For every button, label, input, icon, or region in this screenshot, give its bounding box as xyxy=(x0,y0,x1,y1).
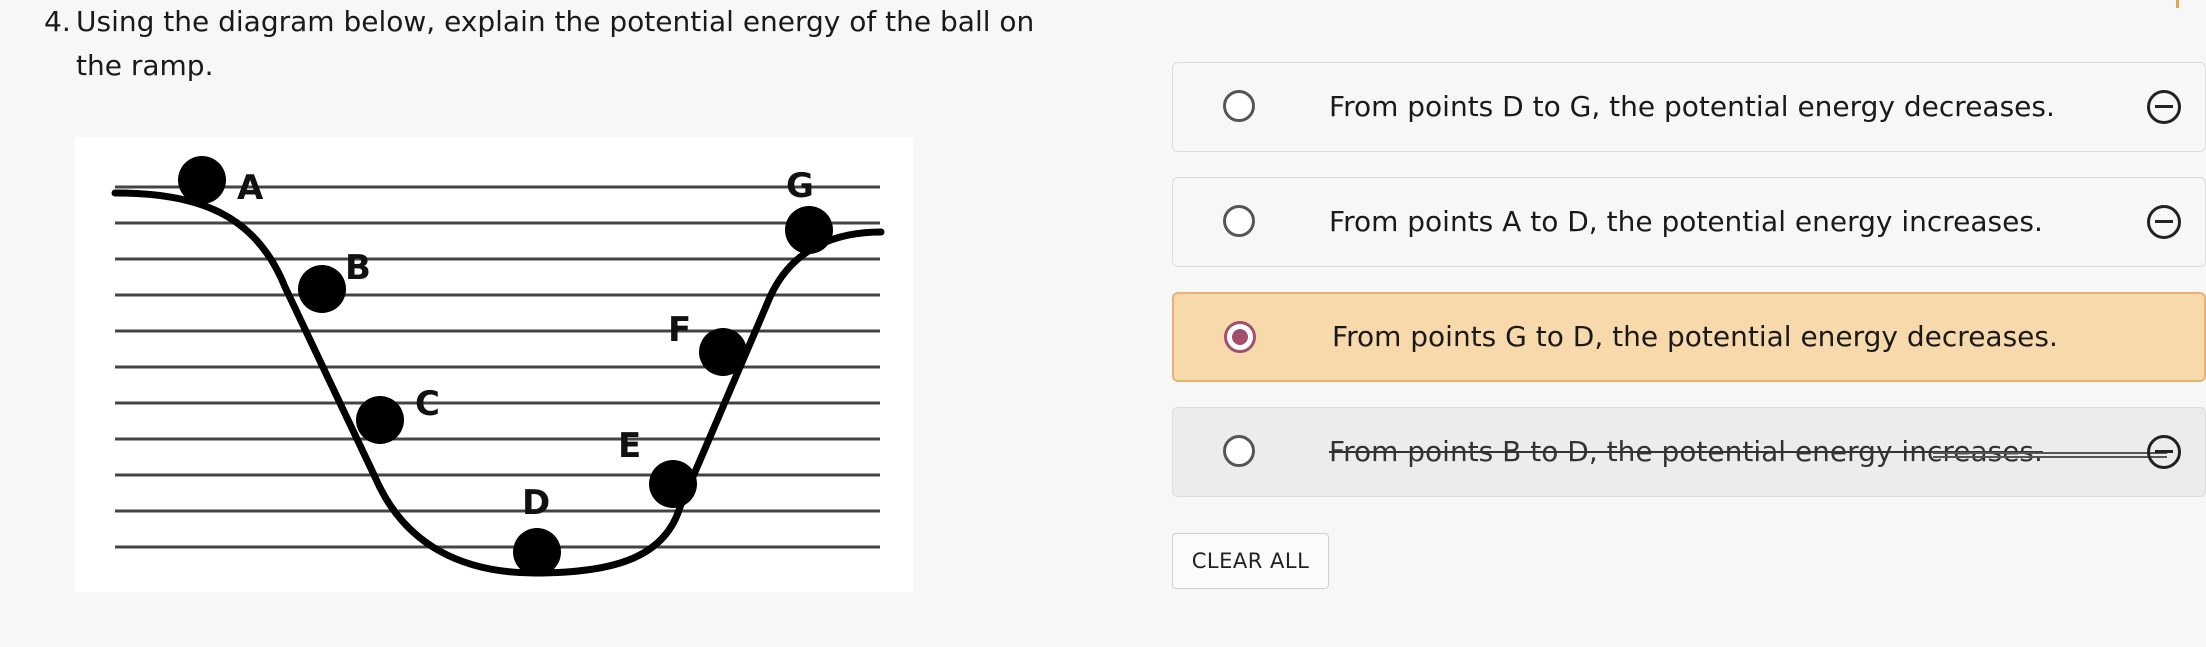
choice-3[interactable]: From points G to D, the potential energy… xyxy=(1172,292,2206,382)
ball-c xyxy=(356,396,404,444)
minus-circle-icon[interactable] xyxy=(2147,90,2181,124)
minus-circle-icon[interactable] xyxy=(2147,435,2181,469)
radio-button-4[interactable] xyxy=(1223,435,1255,467)
choice-1[interactable]: From points D to G, the potential energy… xyxy=(1172,62,2206,152)
ball-d xyxy=(513,528,561,576)
choice-label-2: From points A to D, the potential energy… xyxy=(1329,205,2043,238)
radio-button-1[interactable] xyxy=(1223,90,1255,122)
choice-label-1: From points D to G, the potential energy… xyxy=(1329,90,2055,123)
label-g: G xyxy=(786,166,814,206)
label-e: E xyxy=(618,426,641,466)
horizontal-lines xyxy=(115,185,880,549)
label-c: C xyxy=(415,384,440,424)
label-f: F xyxy=(668,310,691,350)
radio-button-2[interactable] xyxy=(1223,205,1255,237)
ball-b xyxy=(298,265,346,313)
choice-4[interactable]: From points B to D, the potential energy… xyxy=(1172,407,2206,497)
answer-choices: From points D to G, the potential energy… xyxy=(1172,62,2206,522)
ball-a xyxy=(178,156,226,204)
ball-e xyxy=(649,460,697,508)
label-b: B xyxy=(345,248,371,288)
ball-f xyxy=(699,328,747,376)
choice-label-3: From points G to D, the potential energy… xyxy=(1332,320,2058,353)
question-text: Using the diagram below, explain the pot… xyxy=(76,5,1035,82)
minus-circle-icon[interactable] xyxy=(2147,205,2181,239)
ramp-diagram-svg: A B C D E F G xyxy=(111,156,885,577)
radio-button-3[interactable] xyxy=(1224,321,1256,353)
strike-line xyxy=(1933,452,2167,458)
label-d: D xyxy=(522,483,550,523)
choice-2[interactable]: From points A to D, the potential energy… xyxy=(1172,177,2206,267)
label-a: A xyxy=(237,168,264,208)
question-number: 4. xyxy=(44,5,71,38)
clear-all-button[interactable]: CLEAR ALL xyxy=(1172,533,1329,589)
ramp-curve xyxy=(111,189,885,577)
corner-marker xyxy=(2176,0,2179,8)
ball-g xyxy=(785,206,833,254)
ramp-diagram: A B C D E F G xyxy=(75,137,913,592)
question-prompt: 4. Using the diagram below, explain the … xyxy=(44,0,1074,88)
